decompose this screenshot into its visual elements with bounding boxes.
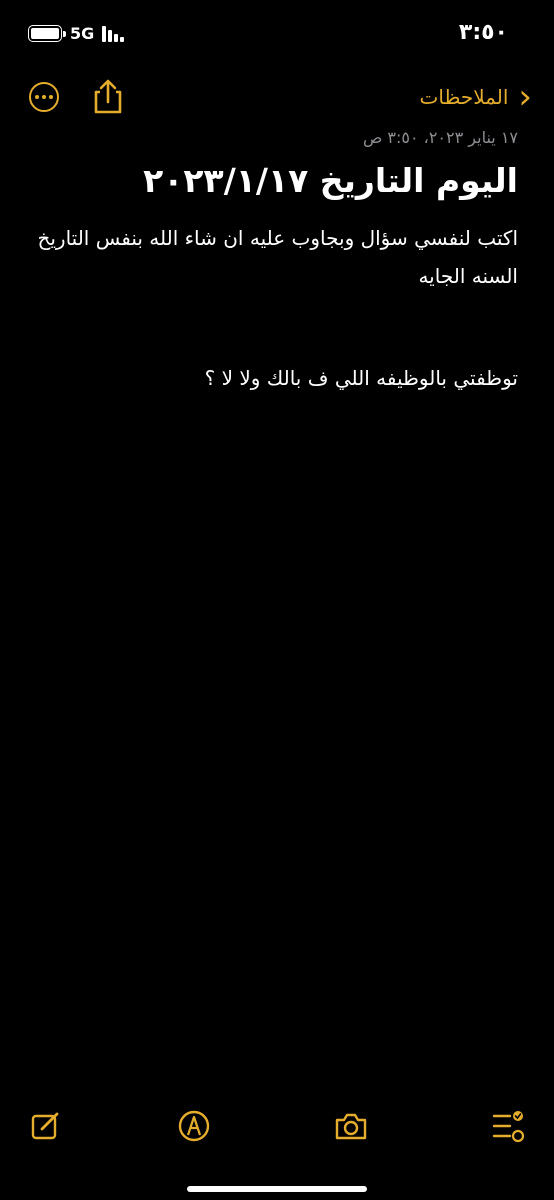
compose-icon[interactable]	[28, 1108, 64, 1144]
network-type: 5G	[70, 24, 95, 43]
note-date: ١٧ يناير ٢٠٢٣، ٣:٥٠ ص	[362, 128, 518, 147]
note-content[interactable]: ١٧ يناير ٢٠٢٣، ٣:٥٠ ص اليوم التاريخ ٢٠٢٣…	[28, 128, 518, 397]
note-paragraph[interactable]: اكتب لنفسي سؤال وبجاوب عليه ان شاء الله …	[28, 219, 518, 295]
status-bar: 5G ٣:٥٠	[0, 0, 554, 70]
share-icon[interactable]	[90, 78, 126, 116]
status-time: ٣:٥٠	[458, 20, 508, 45]
bottom-toolbar	[0, 1108, 554, 1148]
note-question[interactable]: توظفتي بالوظيفه اللي ف بالك ولا لا ؟	[28, 359, 518, 397]
back-label: الملاحظات	[419, 85, 509, 109]
signal-icon	[102, 25, 125, 42]
more-options-button[interactable]	[29, 82, 59, 112]
chevron-back-icon: ‹	[518, 77, 532, 117]
back-button[interactable]: ‹ الملاحظات	[420, 80, 532, 114]
markup-icon[interactable]	[176, 1108, 212, 1144]
home-indicator[interactable]	[187, 1186, 367, 1192]
more-icon-dot	[35, 95, 39, 99]
battery-icon	[28, 25, 66, 42]
note-title[interactable]: اليوم التاريخ ٢٠٢٣/١/١٧	[28, 159, 518, 203]
checklist-icon[interactable]	[490, 1108, 526, 1144]
status-indicators: 5G	[28, 24, 125, 43]
camera-icon[interactable]	[333, 1108, 369, 1144]
